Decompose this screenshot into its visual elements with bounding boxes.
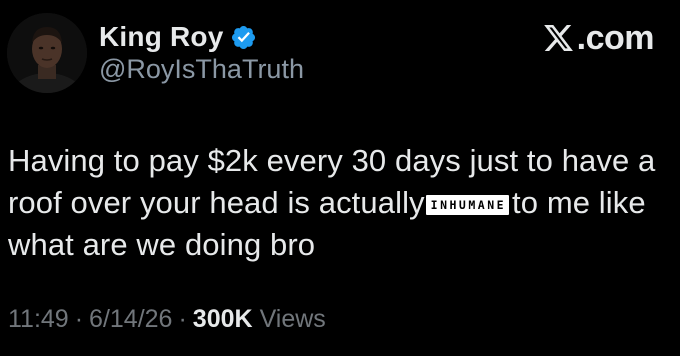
views-count[interactable]: 300K [193, 305, 253, 334]
author-handle[interactable]: @RoyIsThaTruth [99, 54, 304, 85]
tweet-line-1: Having to pay $2k every 30 days just to … [8, 143, 656, 178]
x-com-watermark: .com [542, 18, 655, 58]
tweet-time[interactable]: 11:49 [8, 305, 69, 334]
author-avatar[interactable] [7, 13, 87, 93]
meta-separator: · [74, 305, 84, 333]
inhumane-sticker: INHUMANE [425, 195, 510, 215]
views-label: Views [259, 305, 326, 333]
tweet-line-2: roof over your head is actually INHUMANE t… [8, 182, 668, 224]
avatar-image [7, 13, 87, 93]
author-display-name[interactable]: King Roy [99, 21, 223, 53]
meta-separator: · [178, 305, 187, 333]
verified-badge-icon [232, 25, 256, 49]
tweet-text: Having to pay $2k every 30 days just to … [8, 140, 668, 266]
tweet-date[interactable]: 6/14/26 [89, 305, 172, 334]
tweet-meta: 11:49 · 6/14/26 · 300K Views [8, 305, 326, 334]
author-name-row: King Roy [99, 20, 257, 54]
tweet-line-3: what are we doing bro [8, 227, 316, 262]
tweet-line-2-before: roof over your head is actually [8, 185, 425, 220]
x-logo-icon [543, 25, 573, 51]
tweet-line-2-after: to me like [512, 185, 646, 220]
brand-domain-text: .com [576, 18, 655, 57]
